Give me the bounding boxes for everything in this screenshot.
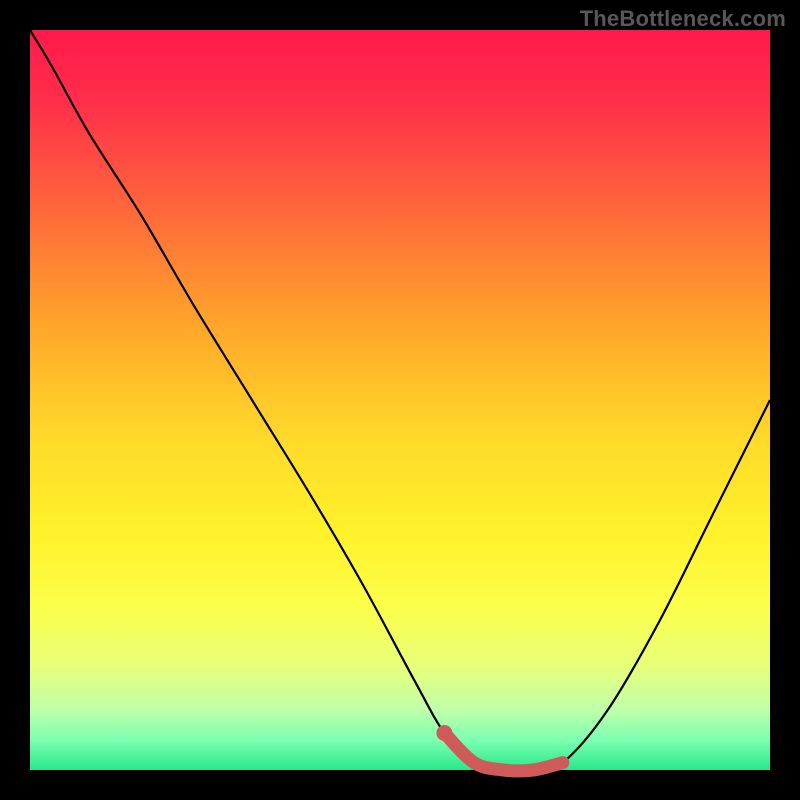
bottleneck-chart [0,0,800,800]
plot-background [30,30,770,770]
watermark-text: TheBottleneck.com [580,6,786,32]
